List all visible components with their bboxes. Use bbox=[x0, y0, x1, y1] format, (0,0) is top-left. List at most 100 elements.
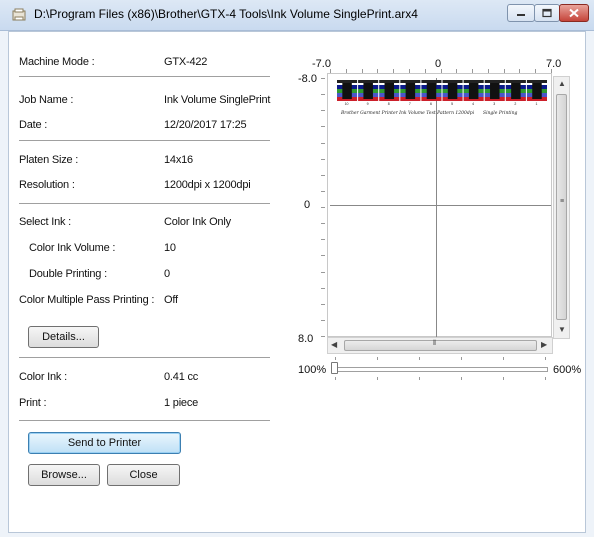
ink-block: 6 bbox=[421, 80, 442, 106]
color-multiple-pass-value: Off bbox=[164, 294, 178, 306]
y-axis-max-label: 8.0 bbox=[298, 333, 314, 345]
ink-block: 8 bbox=[379, 80, 400, 106]
x-axis-min-label: -7.0 bbox=[312, 58, 331, 70]
select-ink-label: Select Ink : bbox=[19, 216, 72, 228]
close-button[interactable]: Close bbox=[107, 464, 180, 486]
send-to-printer-button[interactable]: Send to Printer bbox=[28, 432, 181, 454]
maximize-button[interactable] bbox=[534, 4, 560, 22]
zoom-tick bbox=[335, 377, 336, 380]
x-axis-max-label: 7.0 bbox=[546, 58, 562, 70]
y-axis-mid-label: 0 bbox=[304, 199, 311, 211]
select-ink-value: Color Ink Only bbox=[164, 216, 231, 228]
zoom-tick bbox=[461, 377, 462, 380]
axis-tick bbox=[321, 142, 325, 144]
ink-block: 5 bbox=[442, 80, 463, 106]
title-bar[interactable]: D:\Program Files (x86)\Brother\GTX-4 Too… bbox=[0, 0, 594, 31]
ink-block-number: 9 bbox=[367, 102, 369, 106]
preview-center-vertical-line bbox=[436, 78, 437, 338]
application-window: D:\Program Files (x86)\Brother\GTX-4 Too… bbox=[0, 0, 594, 537]
separator bbox=[19, 203, 270, 204]
color-ink-value: 0.41 cc bbox=[164, 371, 199, 383]
machine-mode-label: Machine Mode : bbox=[19, 56, 95, 68]
browse-button[interactable]: Browse... bbox=[28, 464, 100, 486]
ink-block: 7 bbox=[400, 80, 421, 106]
zoom-slider-thumb[interactable] bbox=[331, 362, 338, 374]
zoom-tick bbox=[377, 377, 378, 380]
zoom-tick bbox=[545, 357, 546, 360]
details-button[interactable]: Details... bbox=[28, 326, 99, 348]
print-value: 1 piece bbox=[164, 397, 199, 409]
ink-block: 1 bbox=[526, 80, 547, 106]
double-printing-label: Double Printing : bbox=[29, 268, 107, 280]
scroll-up-icon[interactable]: ▲ bbox=[558, 79, 566, 88]
preview-horizontal-scrollbar[interactable]: ◀ ⦀ ▶ bbox=[327, 337, 553, 354]
axis-tick bbox=[321, 271, 325, 273]
separator bbox=[19, 357, 270, 358]
y-axis-min-label: -8.0 bbox=[298, 73, 317, 85]
separator bbox=[19, 420, 270, 421]
axis-tick bbox=[321, 190, 325, 192]
maximize-icon bbox=[542, 8, 552, 18]
ink-block-number: 6 bbox=[430, 102, 432, 106]
close-window-button[interactable] bbox=[559, 4, 589, 22]
zoom-tick bbox=[461, 357, 462, 360]
axis-tick bbox=[321, 158, 325, 160]
machine-mode-value: GTX-422 bbox=[164, 56, 208, 68]
platen-size-value: 14x16 bbox=[164, 154, 193, 166]
axis-tick bbox=[321, 255, 325, 257]
ink-block: 10 bbox=[337, 80, 358, 106]
minimize-button[interactable] bbox=[507, 4, 535, 22]
ink-block-number: 5 bbox=[451, 102, 453, 106]
ink-block-number: 10 bbox=[345, 102, 349, 106]
preview-vertical-scrollbar[interactable]: ▲ ≡ ▼ bbox=[553, 76, 570, 339]
zoom-tick bbox=[335, 357, 336, 360]
separator bbox=[19, 76, 270, 77]
grip-icon: ⦀ bbox=[433, 340, 437, 347]
axis-tick bbox=[321, 303, 325, 305]
axis-tick bbox=[321, 239, 325, 241]
test-pattern-caption: Brother Garment Printer Ink Volume Test … bbox=[341, 111, 475, 116]
axis-tick bbox=[321, 223, 325, 225]
zoom-tick bbox=[545, 377, 546, 380]
window-title: D:\Program Files (x86)\Brother\GTX-4 Too… bbox=[34, 7, 418, 21]
axis-tick bbox=[321, 174, 325, 176]
ink-block: 3 bbox=[484, 80, 505, 106]
test-pattern-image: 10 9 8 7 6 5 4 3 2 1 bbox=[337, 80, 547, 106]
scroll-down-icon[interactable]: ▼ bbox=[558, 325, 566, 334]
axis-tick bbox=[321, 126, 325, 128]
grip-icon: ≡ bbox=[560, 198, 565, 205]
ink-block-number: 2 bbox=[514, 102, 516, 106]
scroll-left-icon[interactable]: ◀ bbox=[331, 340, 337, 349]
zoom-min-label: 100% bbox=[298, 364, 327, 376]
ink-block-number: 7 bbox=[409, 102, 411, 106]
horizontal-scroll-thumb[interactable] bbox=[344, 340, 537, 351]
zoom-max-label: 600% bbox=[553, 364, 582, 376]
ink-block-number: 4 bbox=[472, 102, 474, 106]
axis-tick bbox=[321, 336, 325, 337]
vertical-scroll-thumb[interactable] bbox=[556, 94, 567, 320]
close-icon bbox=[569, 8, 579, 18]
zoom-tick bbox=[377, 357, 378, 360]
axis-tick bbox=[321, 110, 325, 112]
resolution-label: Resolution : bbox=[19, 179, 75, 191]
color-ink-volume-value: 10 bbox=[164, 242, 176, 254]
ink-block-number: 3 bbox=[493, 102, 495, 106]
separator bbox=[19, 140, 270, 141]
axis-tick bbox=[321, 207, 325, 208]
app-icon bbox=[12, 8, 26, 21]
double-printing-value: 0 bbox=[164, 268, 170, 280]
color-ink-volume-label: Color Ink Volume : bbox=[29, 242, 116, 254]
color-ink-label: Color Ink : bbox=[19, 371, 67, 383]
test-pattern-mode-caption: Single Printing bbox=[483, 111, 518, 116]
platen-size-label: Platen Size : bbox=[19, 154, 79, 166]
axis-tick bbox=[321, 319, 325, 321]
print-label: Print : bbox=[19, 397, 47, 409]
ink-block-number: 1 bbox=[535, 102, 537, 106]
zoom-tick bbox=[419, 377, 420, 380]
ink-block: 4 bbox=[463, 80, 484, 106]
zoom-slider-track[interactable] bbox=[334, 367, 548, 372]
scroll-right-icon[interactable]: ▶ bbox=[541, 340, 547, 349]
zoom-tick bbox=[503, 357, 504, 360]
ink-block: 2 bbox=[505, 80, 526, 106]
ink-block: 9 bbox=[358, 80, 379, 106]
